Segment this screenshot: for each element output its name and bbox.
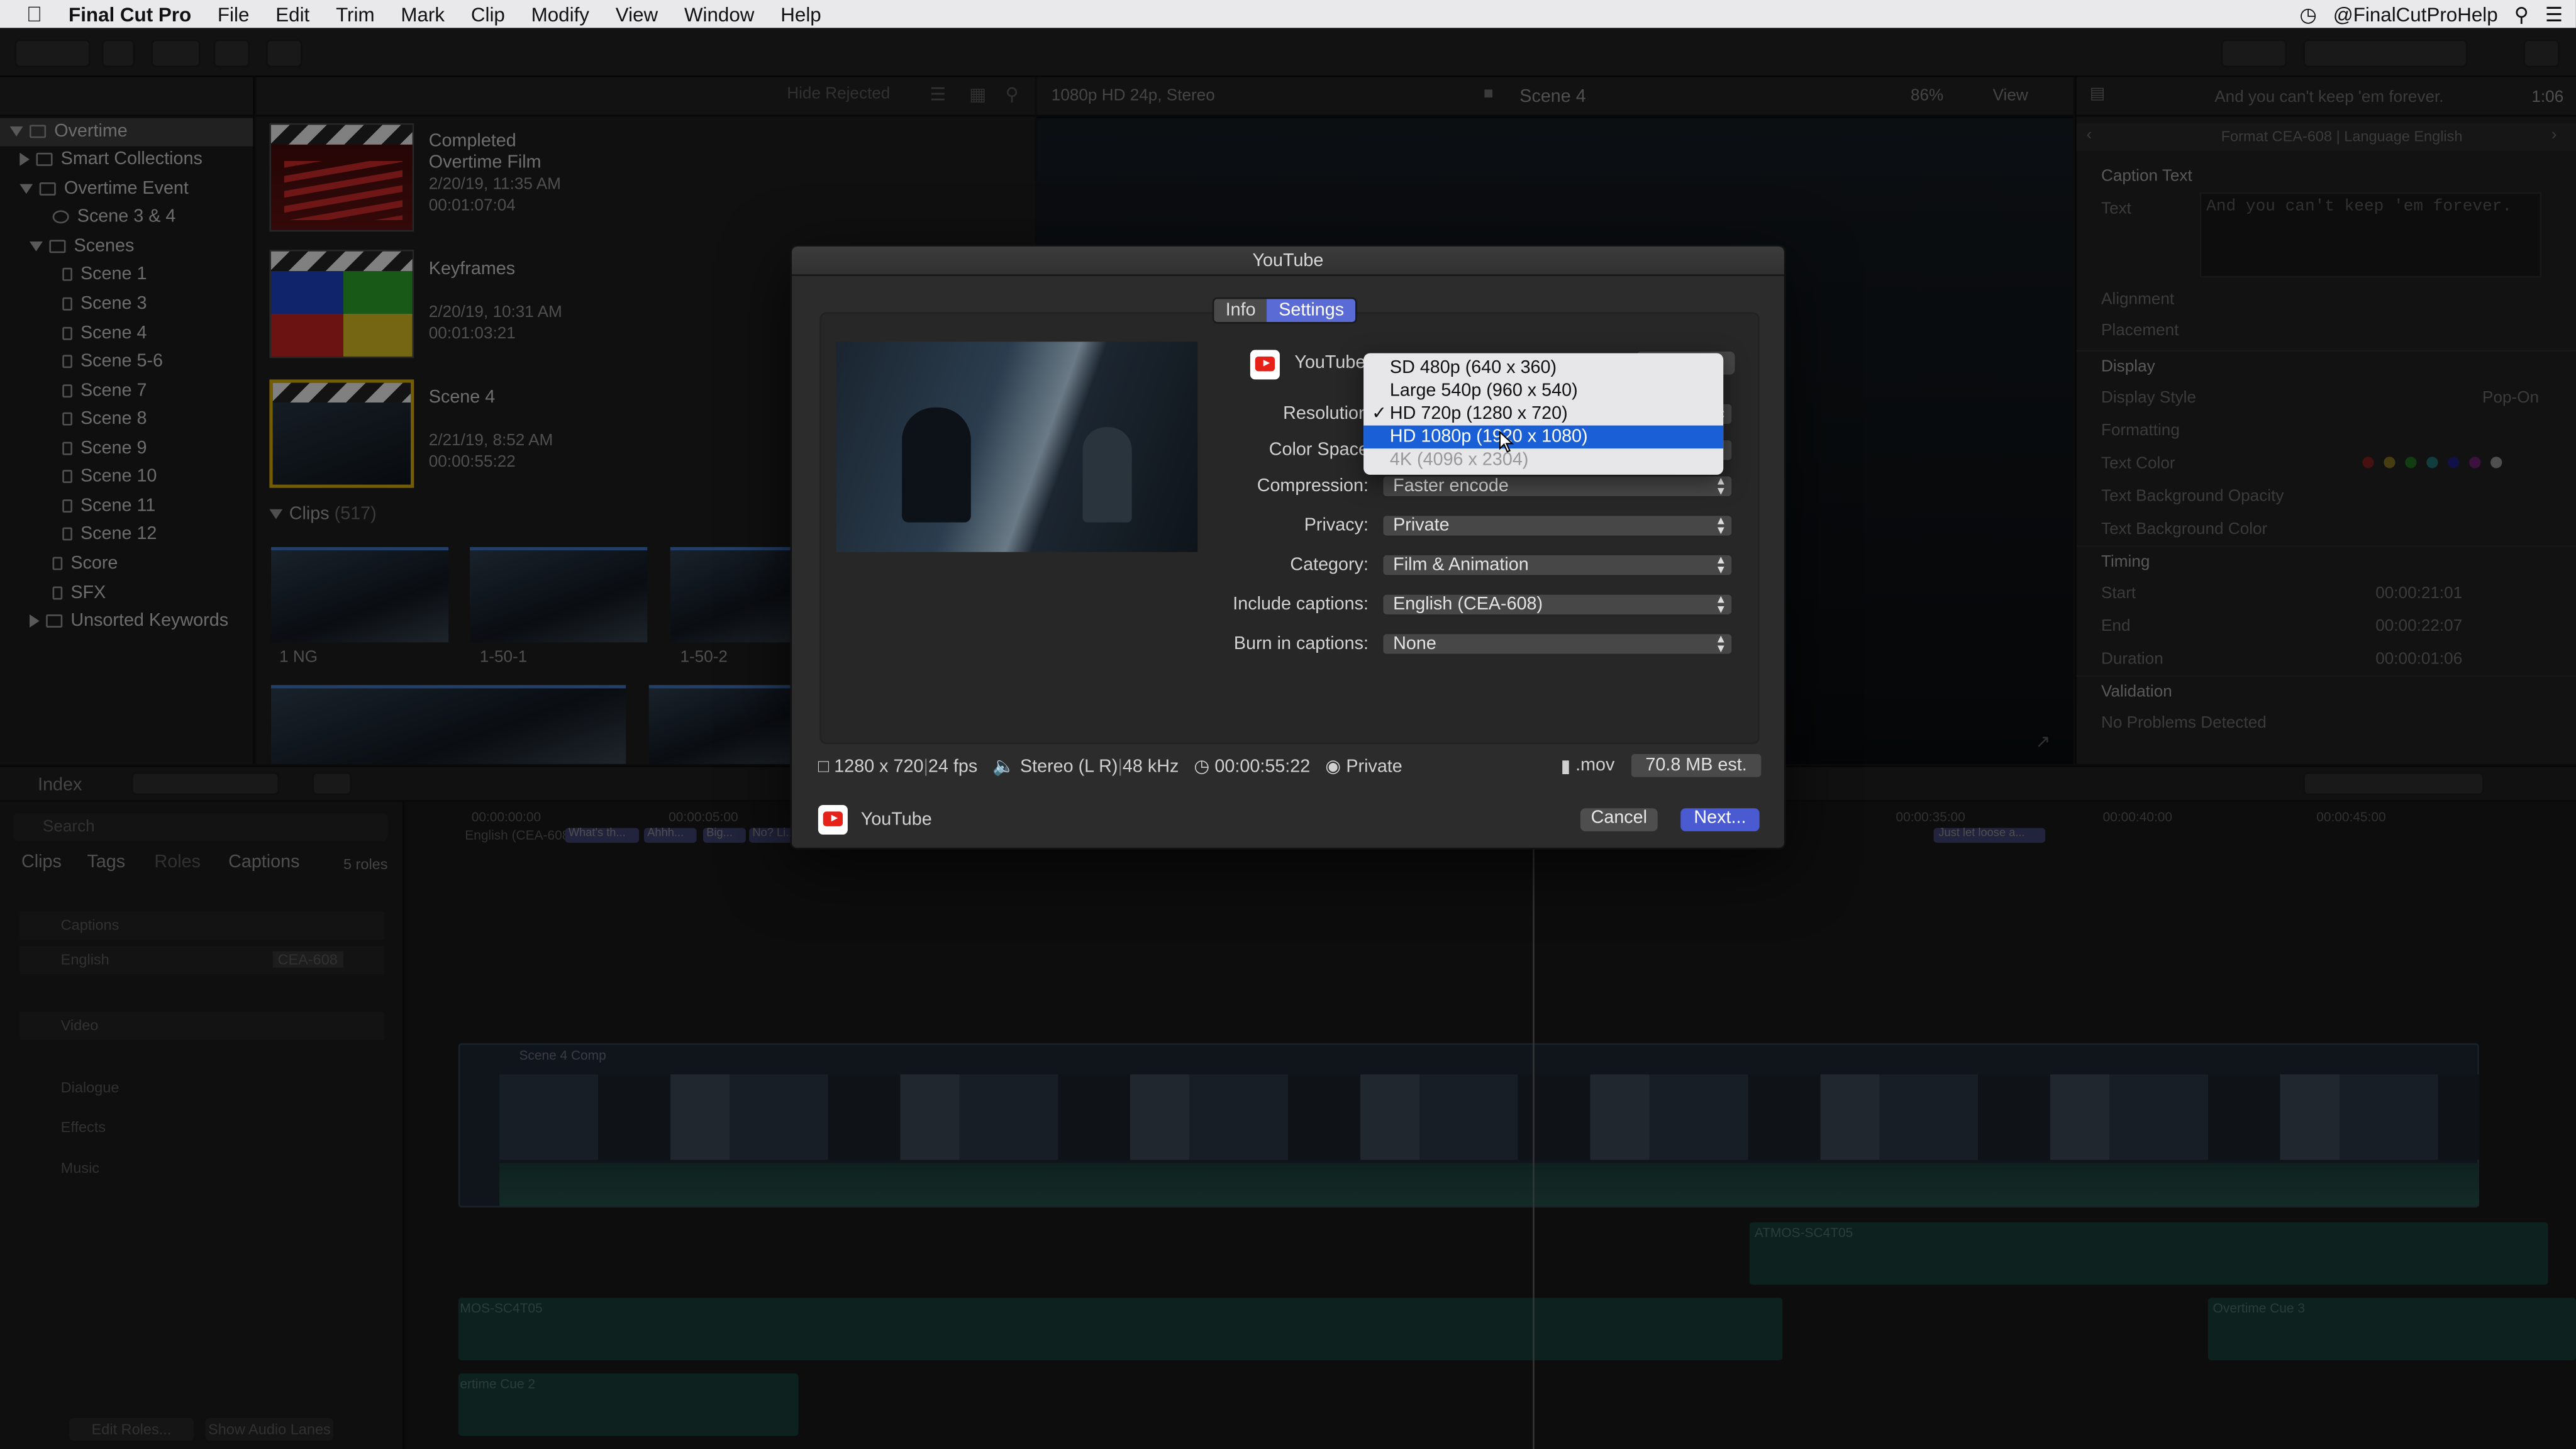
spotlight-icon[interactable]: ⚲ [2514, 3, 2529, 26]
resolution-menu: SD 480p (640 x 360) Large 540p (960 x 54… [1363, 353, 1724, 475]
time-machine-icon[interactable]: ◷ [2299, 3, 2316, 26]
menu-clip[interactable]: Clip [458, 3, 518, 26]
burn-in-captions-popup[interactable]: None ▲ ▼ [1381, 632, 1733, 656]
menu-bar:  Final Cut Pro File Edit Trim Mark Clip… [0, 0, 2576, 28]
menu-item-4k: 4K (4096 x 2304) [1389, 450, 1529, 470]
next-button[interactable]: Next... [1680, 808, 1760, 831]
summary-size: 1280 x 720 [834, 757, 924, 777]
dialog-title: YouTube [792, 246, 1784, 276]
compression-popup[interactable]: Faster encode ▲ ▼ [1381, 474, 1733, 498]
menu-item-480p[interactable]: SD 480p (640 x 360) [1363, 357, 1723, 380]
menu-trim[interactable]: Trim [323, 3, 387, 26]
compression-label: Compression: [1257, 476, 1368, 496]
burn-in-captions-label: Burn in captions: [1233, 634, 1368, 654]
menu-mark[interactable]: Mark [387, 3, 457, 26]
dialog-tabs: Info Settings [1212, 297, 1357, 324]
share-dialog: YouTube Info Settings YouTube Resolution… [790, 245, 1786, 850]
person-silhouette [902, 407, 971, 523]
mouse-cursor-icon [1499, 430, 1514, 453]
menu-help[interactable]: Help [767, 3, 834, 26]
menu-item-1080p[interactable]: HD 1080p (1920 x 1080) [1363, 425, 1724, 449]
frame-size-icon: □ [818, 757, 830, 777]
menu-window[interactable]: Window [671, 3, 767, 26]
summary-duration: 00:00:55:22 [1214, 757, 1311, 777]
privacy-popup[interactable]: Private ▲ ▼ [1381, 514, 1733, 538]
menu-edit[interactable]: Edit [262, 3, 323, 26]
tab-info[interactable]: Info [1214, 299, 1267, 322]
share-preview-image [836, 341, 1198, 552]
menu-item-720p[interactable]: ✓ HD 720p (1280 x 720) [1363, 402, 1723, 426]
speaker-icon: 🔈 [992, 757, 1015, 777]
apple-icon[interactable]:  [0, 2, 55, 26]
size-estimate: 70.8 MB est. [1631, 753, 1762, 777]
clock-icon: ◷ [1194, 757, 1210, 777]
resolution-label: Resolution [1283, 404, 1368, 424]
summary-row: □ 1280 x 720|24 fps 🔈 Stereo (L R)|48 kH… [818, 757, 1402, 777]
privacy-label: Privacy: [1304, 516, 1368, 536]
youtube-logo-icon [1250, 350, 1280, 380]
summary-audio: Stereo (L R) [1019, 757, 1118, 777]
file-extension: .mov [1575, 755, 1615, 775]
color-space-label: Color Space [1269, 440, 1368, 460]
include-captions-popup[interactable]: English (CEA-608) ▲ ▼ [1381, 593, 1733, 616]
include-captions-label: Include captions: [1233, 594, 1368, 614]
menu-file[interactable]: File [204, 3, 262, 26]
summary-fps: 24 fps [928, 757, 978, 777]
summary-rate: 48 kHz [1122, 757, 1179, 777]
youtube-footer-icon [818, 804, 848, 835]
user-name[interactable]: @FinalCutProHelp [2333, 3, 2498, 26]
summary-privacy: Private [1346, 757, 1402, 777]
menu-app[interactable]: Final Cut Pro [55, 3, 204, 26]
cancel-button[interactable]: Cancel [1580, 808, 1658, 831]
footer-service: YouTube [860, 809, 932, 830]
tab-settings[interactable]: Settings [1267, 299, 1356, 322]
notification-icon[interactable]: ☰ [2545, 3, 2563, 26]
menu-item-540p[interactable]: Large 540p (960 x 540) [1363, 379, 1723, 402]
destination-label: YouTube [1294, 353, 1366, 373]
menu-view[interactable]: View [602, 3, 671, 26]
category-label: Category: [1290, 555, 1368, 575]
file-icon: ▮ [1560, 757, 1571, 777]
category-popup[interactable]: Film & Animation ▲ ▼ [1381, 553, 1733, 577]
person-silhouette [1082, 427, 1132, 523]
eye-icon: ◉ [1325, 757, 1341, 777]
menu-modify[interactable]: Modify [518, 3, 602, 26]
checkmark-icon: ✓ [1372, 404, 1387, 424]
